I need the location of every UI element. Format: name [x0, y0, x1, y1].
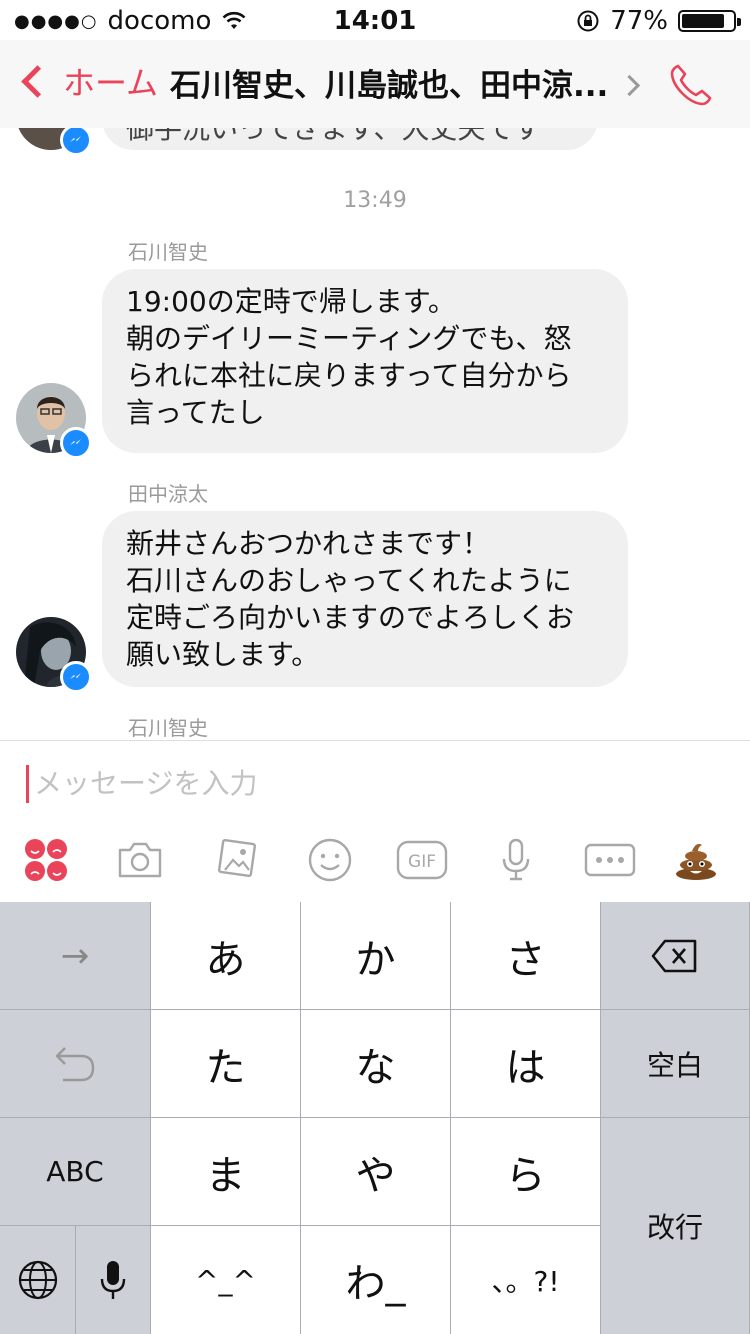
message-bubble[interactable]: 新井さんおつかれさまです！ 石川さんのおしゃってくれたように 定時ごろ向かいます…: [102, 511, 628, 687]
key-abc[interactable]: ABC: [0, 1118, 151, 1226]
key-ra[interactable]: ら: [451, 1118, 601, 1226]
message-line: 朝のデイリーミーティングでも、怒: [126, 322, 572, 355]
camera-icon[interactable]: [112, 835, 168, 885]
undo-icon: [55, 1046, 95, 1081]
sender-name: 石川智史: [128, 716, 208, 740]
chevron-left-icon: [21, 64, 54, 98]
keyboard: → あ か さ た な は 空白 ABC ま や ら 改行 ^_^ わ_ 、。?…: [0, 902, 750, 1334]
key-return[interactable]: 改行: [601, 1118, 750, 1334]
rotation-lock-icon: [577, 10, 599, 32]
key-ha[interactable]: は: [451, 1010, 601, 1118]
key-ya[interactable]: や: [301, 1118, 451, 1226]
key-ta[interactable]: た: [151, 1010, 301, 1118]
message-line: 石川さんのおしゃってくれたように: [126, 564, 572, 597]
key-kaomoji[interactable]: ^_^: [151, 1226, 301, 1334]
message-bubble[interactable]: 御手洗いってきます、大丈夫です: [102, 128, 598, 150]
battery-icon: [678, 10, 741, 32]
gif-icon[interactable]: GIF: [394, 835, 450, 885]
key-undo[interactable]: [0, 1010, 151, 1118]
sender-name: 田中涼太: [128, 482, 208, 506]
back-label: ホーム: [63, 64, 159, 102]
status-bar: ●●●●○ docomo 14:01 77%: [0, 0, 750, 40]
battery-percent: 77%: [610, 6, 668, 36]
emoji-icon[interactable]: [302, 835, 358, 885]
key-ma[interactable]: ま: [151, 1118, 301, 1226]
more-icon[interactable]: [582, 835, 638, 885]
key-a[interactable]: あ: [151, 902, 301, 1010]
message-input[interactable]: [34, 761, 634, 805]
message-line: 言ってたし: [126, 396, 265, 429]
key-dictation[interactable]: [76, 1226, 151, 1334]
messenger-badge-icon: [60, 661, 92, 693]
photo-icon[interactable]: [208, 835, 264, 885]
message-list[interactable]: 御手洗いってきます、大丈夫です 13:49 石川智史 19:00の定時で帰します…: [0, 128, 750, 740]
key-space[interactable]: 空白: [601, 1010, 750, 1118]
message-line: 願い致します。: [126, 638, 320, 671]
mic-icon: [100, 1261, 126, 1299]
message-text: 御手洗いってきます、大丈夫です: [126, 128, 542, 145]
sender-name: 石川智史: [128, 240, 208, 264]
poop-icon[interactable]: [668, 835, 724, 885]
backspace-icon: [651, 939, 697, 972]
key-delete[interactable]: [601, 902, 750, 1010]
composer-toolbar: GIF: [0, 825, 750, 895]
avatar[interactable]: [16, 383, 92, 459]
message-line: 19:00の定時で帰します。: [126, 285, 456, 318]
messenger-badge-icon: [60, 427, 92, 459]
nav-bar: ホーム 石川智史、川島誠也、田中涼...: [0, 40, 750, 129]
message-line: 新井さんおつかれさまです！: [126, 527, 491, 560]
composer: GIF: [0, 740, 750, 903]
key-na[interactable]: な: [301, 1010, 451, 1118]
time-separator: 13:49: [343, 188, 407, 213]
message-line: られに本社に戻りますって自分から: [126, 359, 572, 392]
avatar[interactable]: [16, 617, 92, 693]
key-arrow-right[interactable]: →: [0, 902, 151, 1010]
message-line: 定時ごろ向かいますのでよろしくお: [126, 601, 575, 634]
key-ka[interactable]: か: [301, 902, 451, 1010]
key-globe[interactable]: [0, 1226, 76, 1334]
conversation-title[interactable]: 石川智史、川島誠也、田中涼...: [170, 60, 610, 105]
text-caret: [26, 765, 29, 803]
messenger-badge-icon: [60, 128, 92, 156]
avatar[interactable]: [16, 128, 92, 156]
key-wa[interactable]: わ_: [301, 1226, 451, 1334]
key-punctuation[interactable]: 、。?!: [451, 1226, 601, 1334]
phone-call-icon[interactable]: [666, 60, 716, 110]
mic-icon[interactable]: [488, 835, 544, 885]
message-bubble[interactable]: 19:00の定時で帰します。 朝のデイリーミーティングでも、怒 られに本社に戻り…: [102, 269, 628, 453]
back-button[interactable]: ホーム: [14, 58, 158, 104]
globe-icon: [18, 1260, 57, 1300]
stickers-icon[interactable]: [18, 835, 74, 885]
arrow-right-icon: →: [60, 935, 90, 976]
gif-label: GIF: [408, 852, 436, 872]
chevron-right-icon[interactable]: [618, 74, 641, 97]
key-sa[interactable]: さ: [451, 902, 601, 1010]
